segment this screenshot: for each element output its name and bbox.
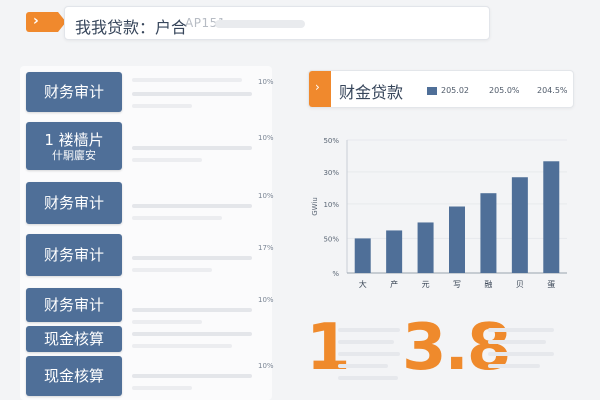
sidebar-button-label: 现金核算 xyxy=(43,330,104,348)
placeholder-line xyxy=(132,344,232,348)
bar-6 xyxy=(543,161,560,273)
stat-value-left: 1 xyxy=(306,311,351,385)
sidebar-button-audit-1[interactable]: 财务审计 xyxy=(26,72,122,112)
sidebar-button-item-2[interactable]: 1 褛樯片 什駉廲安 xyxy=(26,122,122,170)
placeholder-line xyxy=(488,364,540,368)
sidebar-row-detail: 10% xyxy=(132,360,274,396)
percent-value: 17% xyxy=(258,244,274,252)
sidebar-button-sublabel: 什駉廲安 xyxy=(52,148,96,162)
x-tick-label: 写 xyxy=(453,280,461,289)
percent-value: 10% xyxy=(258,362,274,370)
bar-2 xyxy=(417,222,434,273)
chart-panel-header: › 财金贷款 205.02 205.0% 204.5% xyxy=(308,70,574,108)
placeholder-line xyxy=(132,320,202,324)
legend-value: 205.02 xyxy=(441,86,469,95)
percent-value: 10% xyxy=(258,296,274,304)
x-tick-label: 贝 xyxy=(516,280,524,289)
search-input[interactable]: 我我贷款：户合 AP151 xyxy=(64,6,490,40)
percent-value: 10% xyxy=(258,134,274,142)
sidebar-button-audit-4[interactable]: 财务审计 xyxy=(26,288,122,322)
placeholder-line xyxy=(132,158,202,162)
stat-value-right: 3.8 xyxy=(402,311,511,385)
placeholder-line xyxy=(338,376,398,380)
y-tick-label: 10% xyxy=(323,201,339,209)
panel-expand-toggle[interactable]: › xyxy=(309,71,331,107)
placeholder-line xyxy=(488,352,554,356)
chevron-right-icon: › xyxy=(33,13,39,29)
sidebar-row-detail: 10% xyxy=(132,188,274,228)
placeholder-line xyxy=(338,352,400,356)
x-tick-label: 产 xyxy=(390,279,398,289)
bar-3 xyxy=(449,206,465,273)
legend-value: 205.0% xyxy=(489,86,520,95)
top-bar: › 我我贷款：户合 AP151 xyxy=(0,0,600,46)
sidebar-button-label: 财务审计 xyxy=(43,246,104,264)
placeholder-line xyxy=(132,216,222,220)
legend-swatch xyxy=(427,87,437,95)
sidebar-row-detail: 10% xyxy=(132,130,274,170)
search-blurred-text xyxy=(215,20,305,28)
placeholder-line xyxy=(132,256,252,260)
panel-title: 财金贷款 xyxy=(339,83,404,102)
bar-5 xyxy=(511,177,528,273)
sidebar-button-label: 1 褛樯片 xyxy=(44,130,104,149)
placeholder-line xyxy=(132,268,212,272)
placeholder-line xyxy=(132,374,252,378)
sidebar-button-audit-3[interactable]: 财务审计 xyxy=(26,234,122,276)
sidebar-button-cash-1[interactable]: 现金核算 xyxy=(26,326,122,352)
y-tick-label: % xyxy=(332,270,339,278)
sidebar-button-label: 财务审计 xyxy=(43,83,104,101)
placeholder-line xyxy=(338,328,400,332)
legend-value: 204.5% xyxy=(537,86,568,95)
sidebar-button-audit-2[interactable]: 财务审计 xyxy=(26,182,122,224)
sidebar-button-label: 现金核算 xyxy=(43,367,104,385)
x-tick-label: 元 xyxy=(422,280,430,289)
sidebar-row-detail: 10% xyxy=(132,294,274,354)
bar-1 xyxy=(386,230,403,273)
placeholder-line xyxy=(488,340,546,344)
bar-4 xyxy=(480,193,497,273)
x-tick-label: 融 xyxy=(484,279,492,289)
sidebar-button-label: 财务审计 xyxy=(43,296,104,314)
sidebar-row-detail: 10% xyxy=(132,74,274,114)
y-tick-label: 50% xyxy=(323,235,339,243)
chevron-right-icon: › xyxy=(315,80,320,94)
y-axis-label: GWiu xyxy=(311,197,319,216)
placeholder-line xyxy=(132,386,192,390)
y-tick-label: 50% xyxy=(323,137,339,145)
sidebar-button-cash-2[interactable]: 现金核算 xyxy=(26,356,122,396)
placeholder-line xyxy=(132,92,252,96)
x-tick-label: 大 xyxy=(359,279,367,289)
placeholder-line xyxy=(132,146,252,150)
bar-chart: 50% 30% 10% 50%% GWiu 大 产 元 写 融 贝 蛋 xyxy=(311,137,567,289)
placeholder-line xyxy=(132,204,252,208)
placeholder-line xyxy=(488,328,554,332)
placeholder-line xyxy=(338,364,388,368)
x-tick-label: 蛋 xyxy=(547,280,555,289)
percent-value: 10% xyxy=(258,192,274,200)
stats-panel: 1 3.8 xyxy=(300,310,590,400)
menu-toggle[interactable]: › xyxy=(26,12,66,32)
y-tick-label: 30% xyxy=(323,169,339,177)
placeholder-line xyxy=(132,104,192,108)
placeholder-line xyxy=(132,78,242,82)
bar-0 xyxy=(354,238,371,273)
search-label: 我我贷款：户合 xyxy=(75,18,188,37)
placeholder-line xyxy=(132,332,252,336)
sidebar: 财务审计 10% 1 褛樯片 什駉廲安 10% 财务审计 10% 财务审计 17… xyxy=(20,66,274,400)
sidebar-row-detail: 17% xyxy=(132,240,274,280)
percent-value: 10% xyxy=(258,78,274,86)
sidebar-button-label: 财务审计 xyxy=(43,194,104,212)
placeholder-line xyxy=(132,308,252,312)
placeholder-line xyxy=(338,340,394,344)
